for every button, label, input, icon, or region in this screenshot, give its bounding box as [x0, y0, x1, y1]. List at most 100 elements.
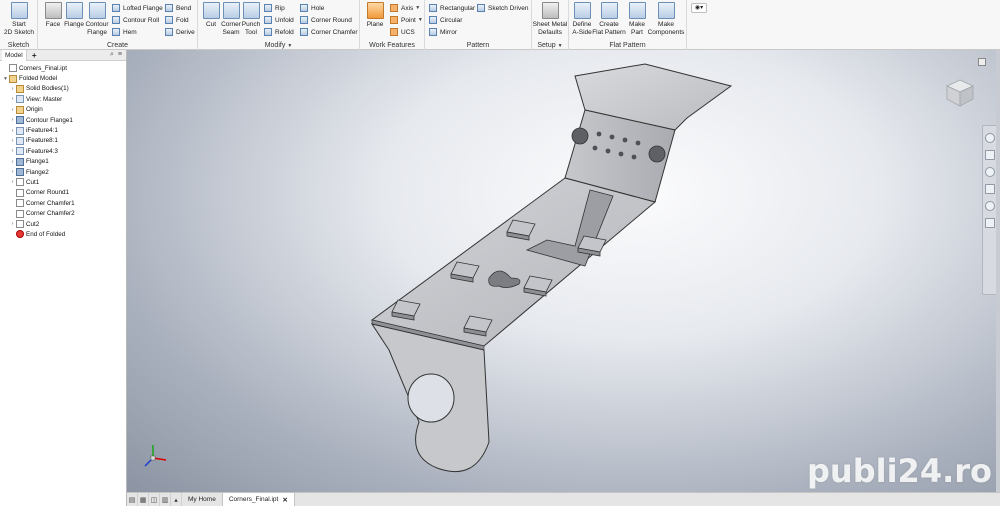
tree-node[interactable]: › Solid Bodies(1) [0, 84, 126, 94]
contour-flange-button[interactable]: Contour Flange [84, 2, 110, 36]
menu-icon[interactable]: ≡ [118, 51, 122, 59]
corner-round-button[interactable]: Corner Round [300, 15, 352, 25]
tile-grid-icon[interactable]: ▦ [138, 493, 149, 506]
mirror-button[interactable]: Mirror [429, 27, 457, 37]
tree-node[interactable]: › Origin [0, 105, 126, 115]
viewcube[interactable] [945, 78, 975, 108]
ribbon-group-flat-pattern: Define A-Side Create Flat Pattern Make P… [569, 0, 687, 50]
expand-chevron-icon[interactable]: › [9, 138, 16, 144]
start-2d-sketch-button[interactable]: Start 2D Sketch [4, 2, 34, 36]
expand-chevron-icon[interactable]: › [9, 86, 16, 92]
corner-round-label: Corner Round [311, 16, 352, 24]
corner-chamfer-icon [16, 209, 24, 218]
sheet-metal-defaults-button[interactable]: Sheet Metal Defaults [533, 2, 567, 36]
group-label-setup[interactable]: Setup ▼ [532, 42, 568, 49]
plane-button[interactable]: Plane [362, 2, 388, 29]
tile-horizontal-icon[interactable]: ▤ [127, 493, 138, 506]
make-components-button[interactable]: Make Components [648, 2, 684, 36]
define-a-side-button[interactable]: Define A-Side [569, 2, 595, 36]
hem-button[interactable]: Hem [112, 27, 137, 37]
tree-node[interactable]: › Flange1 [0, 157, 126, 167]
expand-chevron-icon[interactable]: › [9, 96, 16, 102]
corner-seam-icon [222, 2, 240, 19]
ribbon-group-modify: Cut Corner Seam Punch Tool Rip Unfold Re… [198, 0, 360, 50]
circular-pattern-button[interactable]: Circular [429, 15, 462, 25]
rip-button[interactable]: Rip [264, 3, 285, 13]
close-tab-icon[interactable]: ✕ [282, 496, 287, 504]
group-label-modify[interactable]: Modify ▼ [198, 42, 359, 49]
bend-button[interactable]: Bend [165, 3, 191, 13]
refold-button[interactable]: Refold [264, 27, 294, 37]
steering-wheel-icon[interactable] [985, 133, 995, 143]
flange-hole-left [571, 127, 589, 145]
search-icon[interactable]: ⌕ [110, 51, 114, 59]
sketch-driven-pattern-button[interactable]: Sketch Driven [477, 3, 528, 13]
tree-node[interactable]: Corner Chamfer2 [0, 208, 126, 218]
add-tab-button[interactable]: + [30, 51, 39, 60]
ifeature-icon [16, 136, 24, 145]
tree-node[interactable]: › iFeature4:3 [0, 146, 126, 156]
tab-model[interactable]: Model [2, 49, 27, 61]
tree-node[interactable]: › iFeature8:1 [0, 136, 126, 146]
tree-node[interactable]: › iFeature4:1 [0, 125, 126, 135]
document-list-icon[interactable]: ▴ [171, 493, 182, 506]
expand-chevron-icon[interactable]: › [9, 179, 16, 185]
tab-corners-final[interactable]: Corners_Final.ipt ✕ [222, 493, 295, 506]
expand-chevron-icon[interactable]: ▾ [2, 76, 9, 82]
ifeature-icon [16, 126, 24, 135]
home-view-icon[interactable] [978, 58, 986, 66]
rip-icon [264, 4, 272, 12]
tree-node[interactable]: Corners_Final.ipt [0, 63, 126, 73]
punch-tool-button[interactable]: Punch Tool [238, 2, 264, 36]
cascade-icon[interactable]: ▥ [160, 493, 171, 506]
fold-button[interactable]: Fold [165, 15, 189, 25]
tree-node[interactable]: End of Folded [0, 229, 126, 239]
punch-tool-icon [242, 2, 260, 19]
zoom-icon[interactable] [985, 167, 995, 177]
orbit-icon[interactable] [985, 184, 995, 194]
tree-node[interactable]: Corner Chamfer1 [0, 198, 126, 208]
derive-button[interactable]: Derive [165, 27, 195, 37]
tab-my-home[interactable]: My Home [182, 493, 223, 506]
expand-chevron-icon[interactable]: › [9, 159, 16, 165]
look-at-icon[interactable] [985, 201, 995, 211]
solid-bodies-icon [16, 84, 24, 93]
lofted-flange-button[interactable]: Lofted Flange [112, 3, 163, 13]
sheet-metal-part [370, 63, 733, 473]
tree-node[interactable]: › Cut2 [0, 219, 126, 229]
create-flat-pattern-button[interactable]: Create Flat Pattern [592, 2, 626, 36]
pan-icon[interactable] [985, 150, 995, 160]
expand-chevron-icon[interactable]: › [9, 128, 16, 134]
hole-button[interactable]: Hole [300, 3, 324, 13]
expand-chevron-icon[interactable]: › [9, 148, 16, 154]
ucs-button[interactable]: UCS [390, 27, 415, 37]
tile-vertical-icon[interactable]: ◫ [149, 493, 160, 506]
point-button[interactable]: Point ▼ [390, 15, 423, 25]
tree-node[interactable]: › Contour Flange1 [0, 115, 126, 125]
tree-node[interactable]: › View: Master [0, 94, 126, 104]
right-edge-scrollbar[interactable] [996, 50, 1000, 492]
graphics-viewport[interactable]: publi24.ro [127, 50, 1000, 492]
make-components-icon [657, 2, 675, 19]
contour-roll-button[interactable]: Contour Roll [112, 15, 159, 25]
fold-label: Fold [176, 16, 189, 24]
create-flat-pattern-label: Create Flat Pattern [592, 21, 626, 36]
tree-node[interactable]: › Cut1 [0, 177, 126, 187]
tree-node[interactable]: ▾ Folded Model [0, 73, 126, 83]
hem-label: Hem [123, 28, 137, 36]
expand-chevron-icon[interactable]: › [9, 117, 16, 123]
corner-chamfer-button[interactable]: Corner Chamfer [300, 27, 358, 37]
rectangular-pattern-button[interactable]: Rectangular [429, 3, 475, 13]
expand-chevron-icon[interactable]: › [9, 221, 16, 227]
axis-button[interactable]: Axis ▼ [390, 3, 420, 13]
unfold-button[interactable]: Unfold [264, 15, 294, 25]
tree-node[interactable]: › Flange2 [0, 167, 126, 177]
tree-node[interactable]: Corner Round1 [0, 188, 126, 198]
expand-chevron-icon[interactable]: › [9, 169, 16, 175]
ribbon-options-dropdown[interactable]: ◉▾ [691, 3, 707, 13]
expand-chevron-icon[interactable]: › [9, 107, 16, 113]
group-label-pattern: Pattern [466, 42, 490, 49]
contour-roll-icon [112, 16, 120, 24]
view-face-icon[interactable] [985, 218, 995, 228]
make-part-button[interactable]: Make Part [624, 2, 650, 36]
